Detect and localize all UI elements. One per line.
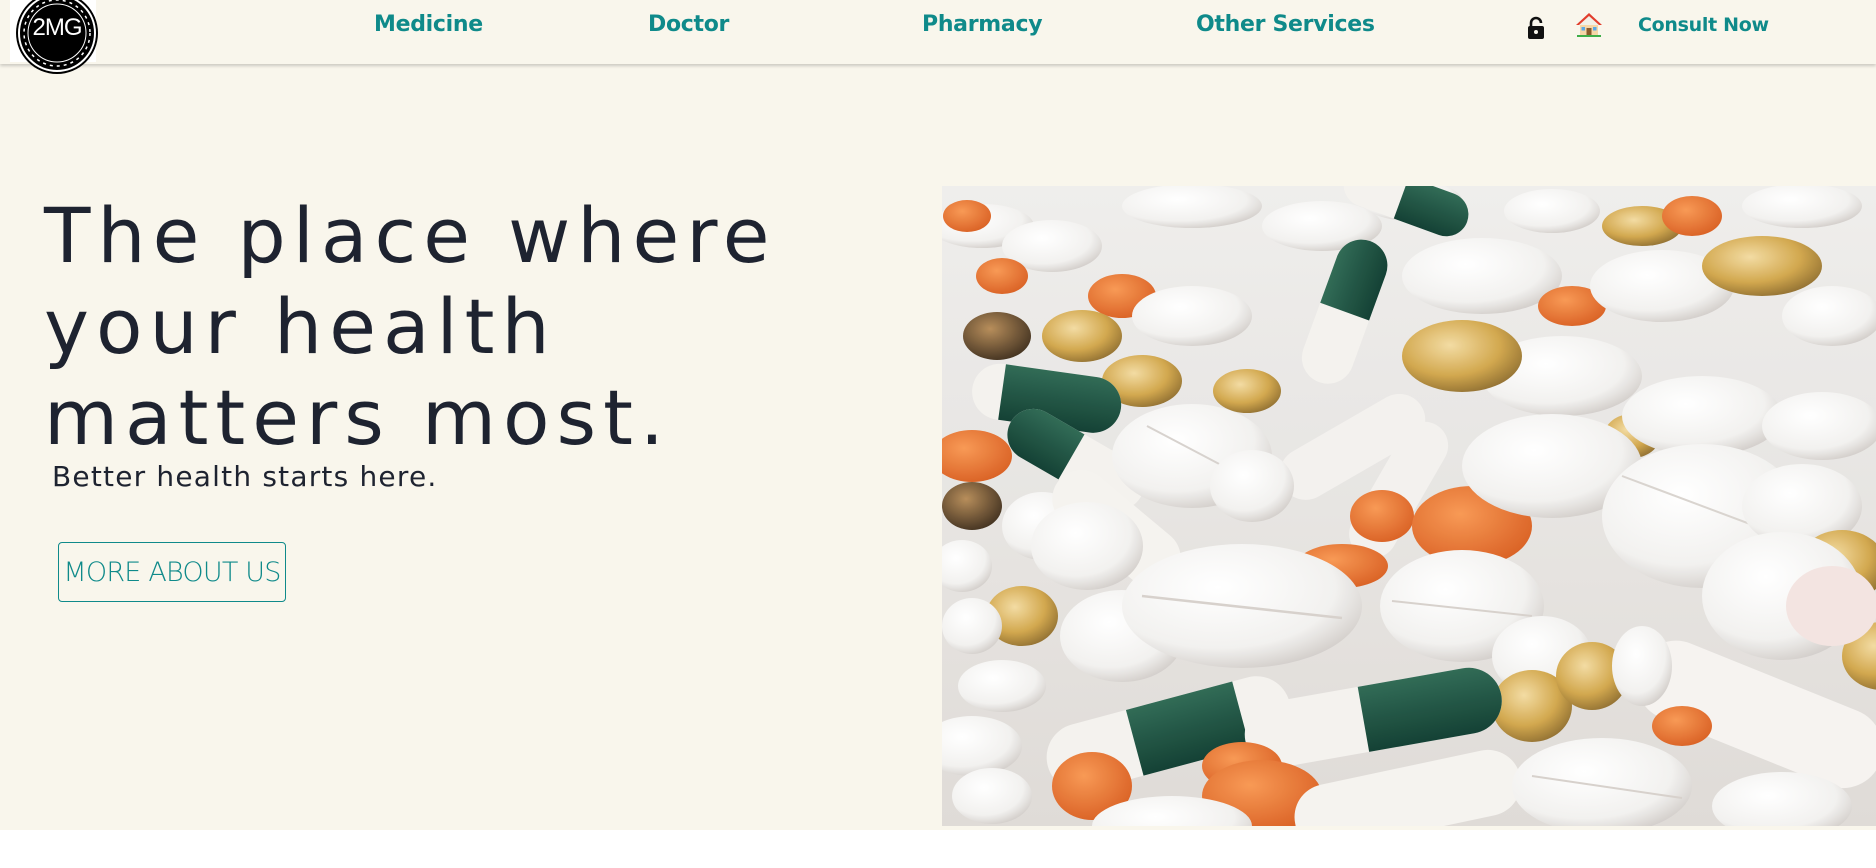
logo-text: 2MG — [32, 14, 82, 41]
hero-heading: The place where your health matters most… — [44, 191, 777, 462]
hero-pills-image — [942, 186, 1876, 826]
lock-icon[interactable] — [1526, 16, 1546, 40]
nav-doctor[interactable]: Doctor — [648, 12, 729, 37]
consult-now-link[interactable]: Consult Now — [1638, 14, 1769, 36]
site-header: 2MG Medicine Doctor Pharmacy Other Servi… — [0, 0, 1876, 72]
site-logo[interactable]: 2MG — [18, 0, 96, 72]
nav-pharmacy[interactable]: Pharmacy — [922, 12, 1043, 37]
hero-subheading: Better health starts here. — [52, 460, 438, 493]
home-icon[interactable] — [1576, 12, 1602, 38]
nav-other-services[interactable]: Other Services — [1196, 12, 1375, 37]
nav-medicine[interactable]: Medicine — [374, 12, 483, 37]
more-about-us-button[interactable]: MORE ABOUT US — [58, 542, 286, 602]
